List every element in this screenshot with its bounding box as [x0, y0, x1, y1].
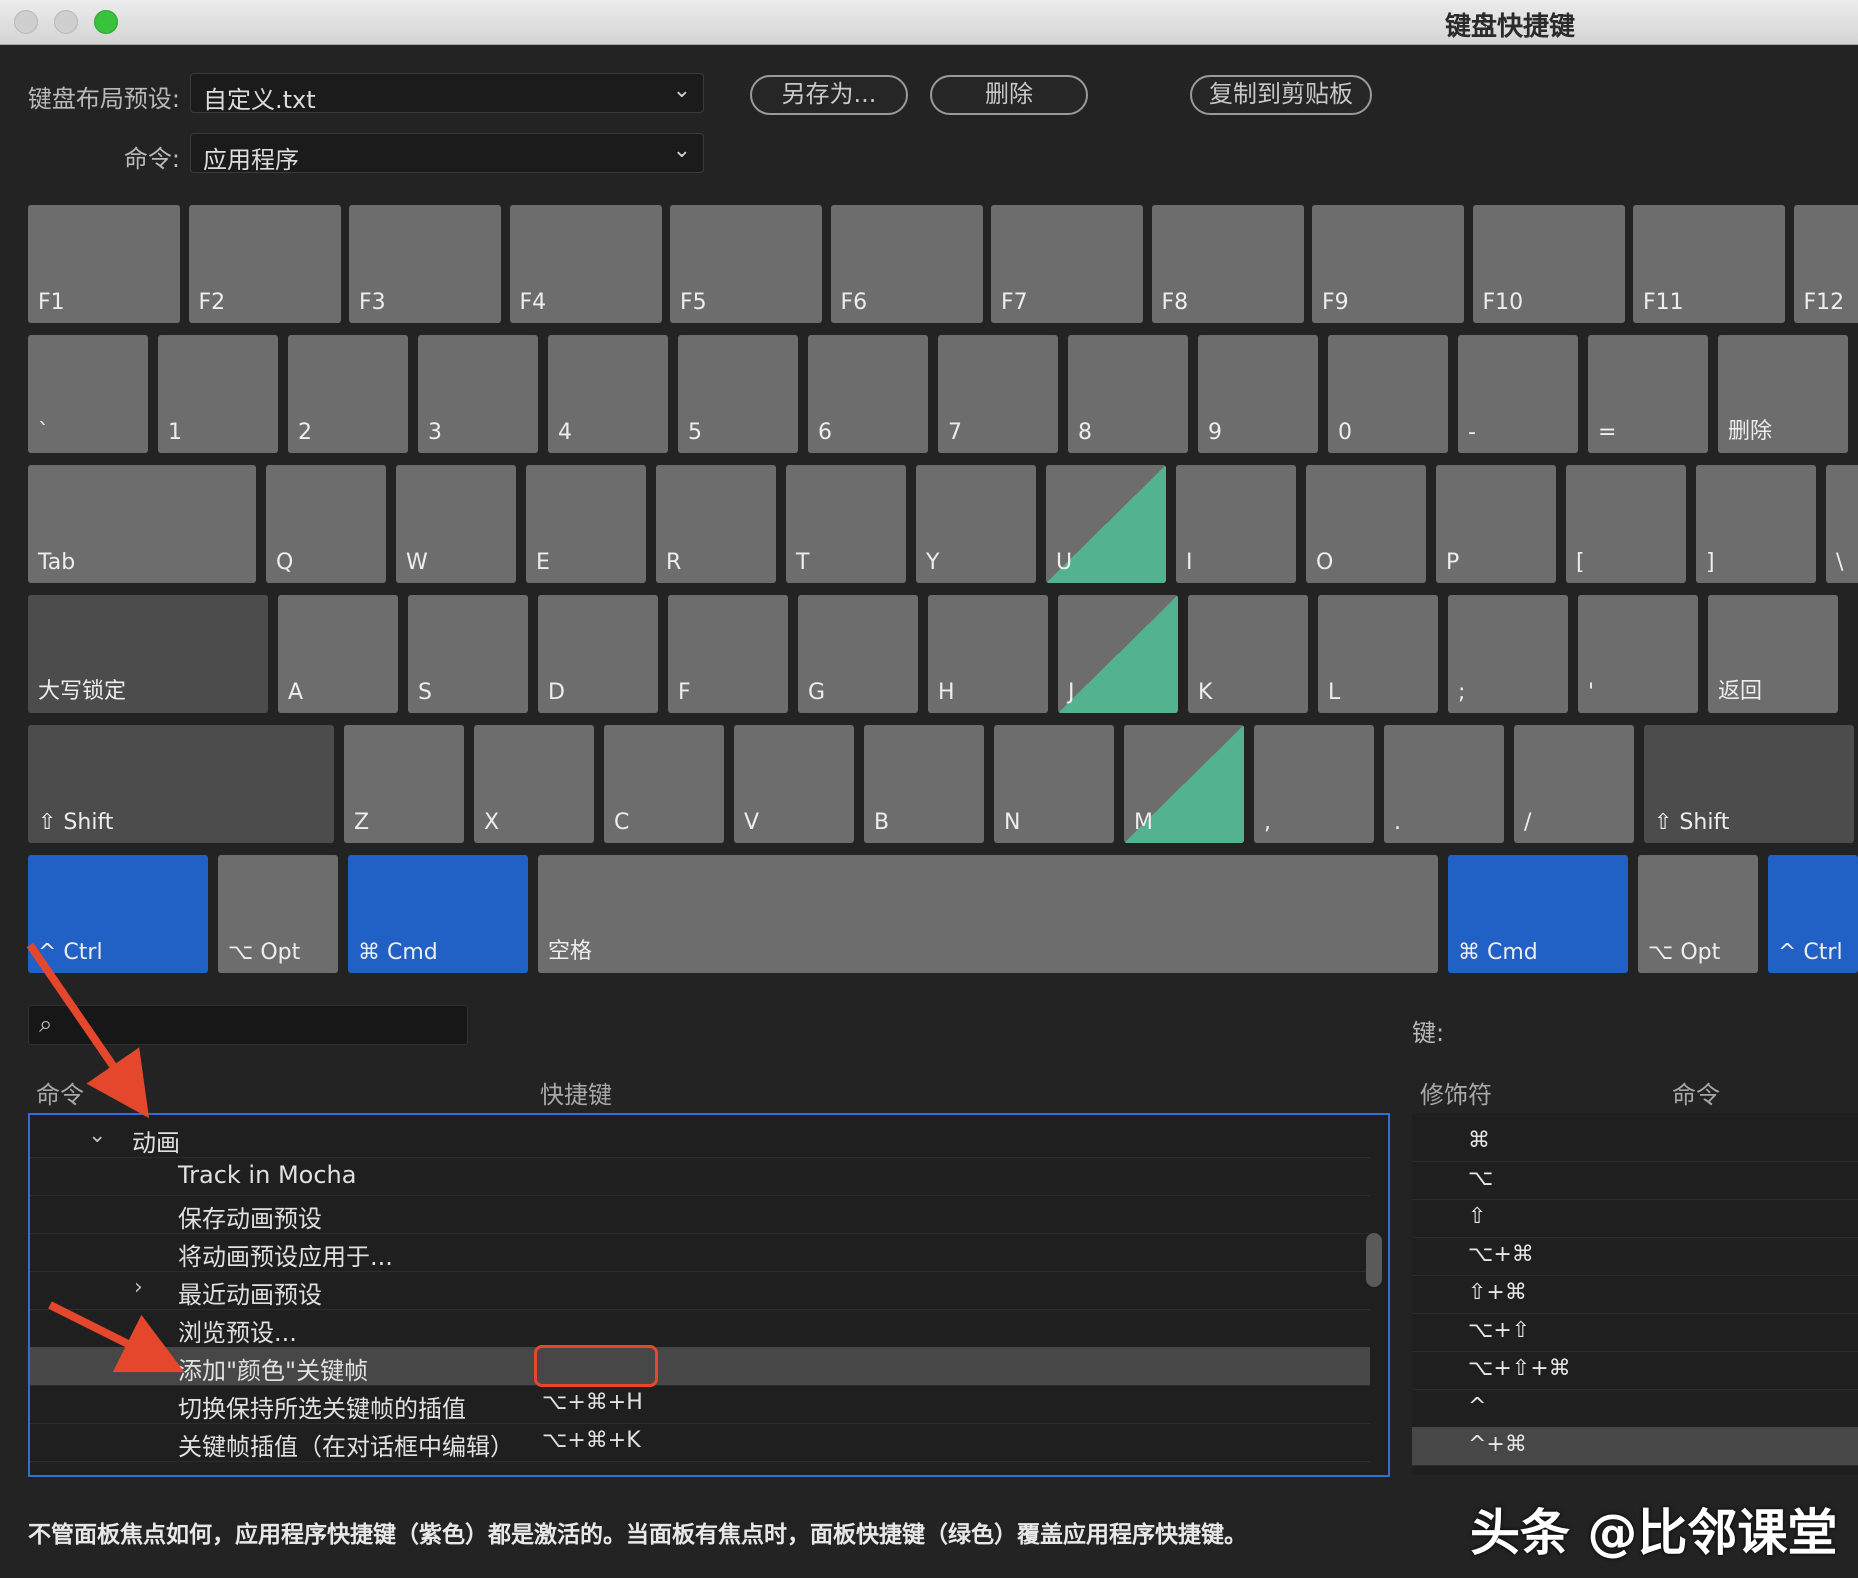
title-bar: 键盘快捷键	[0, 0, 1858, 45]
shortcuts-dialog: 键盘布局预设: 自定义.txt ⌄ 命令: 应用程序 ⌄ 另存为... 删除 复…	[0, 45, 1858, 1578]
window-title: 键盘快捷键	[1444, 12, 1575, 42]
annotation-arrow	[26, 942, 150, 1119]
zoom-window-button[interactable]	[94, 10, 118, 34]
minimize-window-button[interactable]	[54, 10, 78, 34]
annotation-arrow	[48, 1301, 185, 1373]
annotation-arrows	[26, 942, 185, 1373]
close-window-button[interactable]	[14, 10, 38, 34]
